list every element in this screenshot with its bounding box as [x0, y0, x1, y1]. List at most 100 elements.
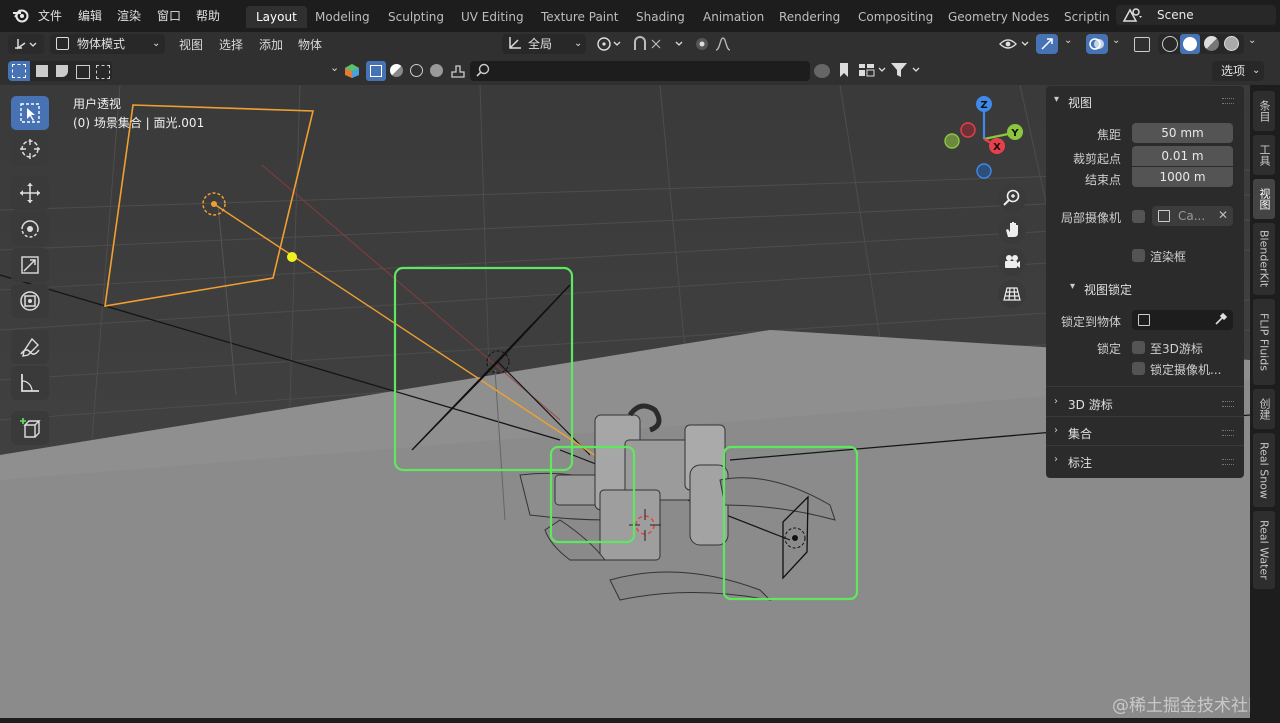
scene-selector[interactable]: Scene — [1116, 5, 1276, 25]
chevron-right-icon[interactable]: › — [1054, 396, 1058, 407]
filter-toggle-icon[interactable] — [814, 64, 830, 78]
blender-logo-icon[interactable] — [12, 7, 30, 26]
lock-to-object-field[interactable] — [1132, 310, 1233, 330]
render-region-checkbox[interactable] — [1132, 249, 1145, 262]
tab-scripting[interactable]: Scriptin — [1054, 6, 1116, 28]
select-subtract-icon[interactable] — [56, 65, 68, 77]
view-lock-section-header[interactable]: 视图锁定 — [1084, 281, 1132, 298]
tab-item[interactable]: 条目 — [1253, 91, 1275, 131]
zoom-button[interactable] — [998, 184, 1026, 212]
cursor-tool[interactable] — [11, 132, 49, 166]
texture-icon[interactable] — [430, 64, 443, 77]
camera-view-button[interactable] — [998, 248, 1026, 276]
measure-tool[interactable] — [11, 366, 49, 400]
menu-add[interactable]: 添加 — [259, 36, 283, 53]
annotate-tool[interactable] — [11, 330, 49, 364]
tab-tool[interactable]: 工具 — [1253, 135, 1275, 175]
select-invert-icon[interactable] — [76, 65, 90, 79]
chevron-right-icon[interactable]: › — [1054, 454, 1058, 465]
tab-flip-fluids[interactable]: FLIP Fluids — [1253, 299, 1275, 385]
xray-icon[interactable] — [1134, 37, 1150, 52]
menu-edit[interactable]: 编辑 — [78, 7, 102, 24]
drag-handle-icon[interactable] — [1222, 98, 1234, 104]
drag-handle-icon[interactable] — [1222, 430, 1234, 436]
select-extend-icon[interactable] — [36, 65, 48, 77]
solid-shading-icon[interactable] — [1180, 34, 1200, 54]
brush-icon[interactable] — [450, 64, 466, 81]
add-cube-tool[interactable] — [11, 411, 49, 445]
layout-icon[interactable] — [858, 62, 888, 81]
select-box-tool[interactable] — [11, 96, 49, 130]
focal-length-field[interactable]: 50 mm — [1132, 123, 1233, 143]
tab-create[interactable]: 创建 — [1253, 389, 1275, 429]
material-shading-icon[interactable] — [1204, 36, 1219, 51]
view-section-header[interactable]: 视图 — [1068, 94, 1092, 111]
navigation-gizmo[interactable]: Z Y X — [938, 93, 1030, 185]
pivot-point-icon[interactable] — [596, 36, 624, 55]
clear-icon[interactable]: ✕ — [1218, 208, 1228, 222]
tab-real-snow[interactable]: Real Snow — [1253, 433, 1275, 507]
transform-tool[interactable] — [11, 284, 49, 318]
object-visibility-icon[interactable] — [366, 61, 386, 81]
annotation-section-header[interactable]: 标注 — [1068, 454, 1092, 471]
pan-hand-button[interactable] — [998, 216, 1026, 244]
editor-type-button[interactable] — [8, 34, 44, 54]
clip-start-field[interactable]: 0.01 m — [1132, 146, 1233, 166]
tab-uv-editing[interactable]: UV Editing — [451, 6, 534, 28]
lock-camera-checkbox[interactable] — [1132, 362, 1145, 375]
snap-icon[interactable] — [632, 36, 686, 55]
collection-section-header[interactable]: 集合 — [1068, 425, 1092, 442]
chevron-down-icon[interactable]: ⌄ — [1248, 35, 1256, 46]
tab-modeling[interactable]: Modeling — [305, 6, 380, 28]
bookmark-icon[interactable] — [838, 62, 850, 81]
visibility-icon[interactable] — [998, 36, 1032, 55]
viewport-search-input[interactable] — [470, 61, 810, 81]
menu-help[interactable]: 帮助 — [196, 7, 220, 24]
tab-blenderkit[interactable]: BlenderKit — [1253, 223, 1275, 295]
select-new-icon[interactable] — [8, 61, 30, 81]
tab-sculpting[interactable]: Sculpting — [378, 6, 454, 28]
select-intersect-icon[interactable] — [96, 65, 110, 79]
chevron-right-icon[interactable]: › — [1054, 425, 1058, 436]
options-button[interactable]: 选项 ⌄ — [1212, 61, 1264, 81]
tab-shading[interactable]: Shading — [626, 6, 695, 28]
chevron-down-icon[interactable]: ▾ — [1054, 94, 1059, 105]
tab-layout[interactable]: Layout — [246, 6, 307, 28]
scale-tool[interactable] — [11, 248, 49, 282]
tab-compositing[interactable]: Compositing — [848, 6, 943, 28]
gizmo-toggle-button[interactable] — [1036, 34, 1058, 54]
mesh-sphere-icon[interactable] — [390, 64, 403, 77]
menu-object[interactable]: 物体 — [298, 36, 322, 53]
wireframe-shading-icon[interactable] — [1162, 36, 1178, 52]
tab-real-water[interactable]: Real Water — [1253, 511, 1275, 589]
drag-handle-icon[interactable] — [1222, 459, 1234, 465]
proportional-edit-icon[interactable] — [694, 36, 740, 55]
menu-render[interactable]: 渲染 — [117, 7, 141, 24]
lock-to-cursor-checkbox[interactable] — [1132, 341, 1145, 354]
drag-handle-icon[interactable] — [1222, 401, 1234, 407]
3d-cursor-section-header[interactable]: 3D 游标 — [1068, 396, 1113, 413]
tab-geometry-nodes[interactable]: Geometry Nodes — [938, 6, 1059, 28]
rotate-tool[interactable] — [11, 212, 49, 246]
tab-rendering[interactable]: Rendering — [769, 6, 850, 28]
clip-end-field[interactable]: 1000 m — [1132, 167, 1233, 187]
menu-window[interactable]: 窗口 — [157, 7, 181, 24]
local-camera-checkbox[interactable] — [1132, 210, 1145, 223]
mode-selector[interactable]: 物体模式 ⌄ — [50, 34, 165, 54]
tab-texture-paint[interactable]: Texture Paint — [531, 6, 628, 28]
menu-select[interactable]: 选择 — [219, 36, 243, 53]
tab-animation[interactable]: Animation — [693, 6, 774, 28]
local-camera-field[interactable]: Ca... ✕ — [1152, 206, 1233, 226]
eyedropper-icon[interactable] — [1214, 312, 1228, 329]
chevron-down-icon[interactable]: ⌄ — [1064, 35, 1072, 46]
chevron-down-icon[interactable]: ⌄ — [1112, 35, 1120, 46]
object-type-cube-icon[interactable] — [344, 63, 360, 82]
overlays-toggle-button[interactable] — [1086, 34, 1108, 54]
move-tool[interactable] — [11, 176, 49, 210]
tab-view[interactable]: 视图 — [1253, 179, 1275, 219]
ortho-grid-button[interactable] — [998, 280, 1026, 308]
rendered-shading-icon[interactable] — [1224, 36, 1239, 51]
chevron-down-icon[interactable]: ▾ — [1070, 281, 1075, 292]
filter-funnel-icon[interactable] — [890, 62, 922, 81]
chevron-down-icon[interactable]: ⌄ — [330, 61, 339, 74]
